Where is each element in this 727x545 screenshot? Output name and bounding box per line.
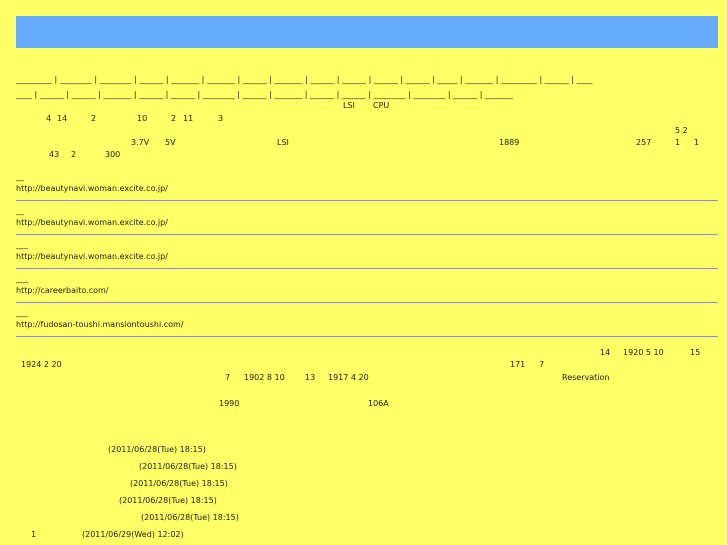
intro-lsi: LSI [277,138,289,147]
intro-year: 1889 [499,138,520,147]
intro-num: 5 2 [675,126,688,135]
intro-num: 300 [105,150,121,159]
intro-num: 2 [171,114,177,123]
divider [16,234,718,235]
intro-num: 3 [218,114,224,123]
link-title[interactable]: __ [16,206,24,216]
comment-timestamp: (2011/06/28(Tue) 18:15) [130,479,228,488]
comment-number: 1 [31,530,37,539]
link-title[interactable]: __ [16,172,24,182]
comment-timestamp: (2011/06/29(Wed) 12:02) [82,530,184,539]
history-num: 15 [690,348,701,357]
divider [16,336,718,337]
history-num: 7 [225,373,231,382]
link-title[interactable]: ___ [16,274,28,284]
comment-timestamp: (2011/06/28(Tue) 18:15) [119,496,217,505]
comment-timestamp: (2011/06/28(Tue) 18:15) [141,513,239,522]
divider [16,302,718,303]
link-title[interactable]: ___ [16,308,28,318]
header-banner [16,16,718,48]
history-date: 1902 8 10 [244,373,285,382]
intro-voltage: 3.7V [131,138,150,147]
comment-timestamp: (2011/06/28(Tue) 18:15) [139,462,237,471]
history-year: 1990 [219,399,240,408]
intro-lsi: LSI [343,101,355,110]
link-url[interactable]: http://beautynavi.woman.excite.co.jp/ [16,252,168,262]
intro-num: 43 [49,150,60,159]
intro-cpu: CPU [373,101,390,110]
intro-num: 1 [675,138,681,147]
history-num: 13 [305,373,316,382]
history-num: 7 [539,360,545,369]
history-date: 1917 4 20 [328,373,369,382]
intro-num: 14 [57,114,68,123]
intro-num: 257 [636,138,652,147]
link-title[interactable]: ___ [16,240,28,250]
history-model: 106A [368,399,389,408]
nav-links-row-1[interactable]: _________ | ________ | ________ | ______… [16,75,593,85]
nav-links-row-2[interactable]: ____ | ______ | ______ | _______ | _____… [16,90,513,100]
intro-num: 10 [137,114,148,123]
intro-num: 4 [46,114,52,123]
history-date: 1920 5 10 [623,348,664,357]
link-url[interactable]: http://careerbaito.com/ [16,286,108,296]
intro-voltage: 5V [165,138,176,147]
intro-num: 2 [91,114,97,123]
intro-num: 1 [694,138,700,147]
link-url[interactable]: http://fudosan-toushi.mansiontoushi.com/ [16,320,184,330]
divider [16,268,718,269]
history-num: 171 [510,360,526,369]
comment-timestamp: (2011/06/28(Tue) 18:15) [108,445,206,454]
divider [16,200,718,201]
history-reservation: Reservation [562,373,610,382]
history-num: 14 [600,348,611,357]
link-url[interactable]: http://beautynavi.woman.excite.co.jp/ [16,218,168,228]
intro-num: 2 [71,150,77,159]
intro-num: 11 [183,114,194,123]
link-url[interactable]: http://beautynavi.woman.excite.co.jp/ [16,184,168,194]
history-date: 1924 2 20 [21,360,62,369]
